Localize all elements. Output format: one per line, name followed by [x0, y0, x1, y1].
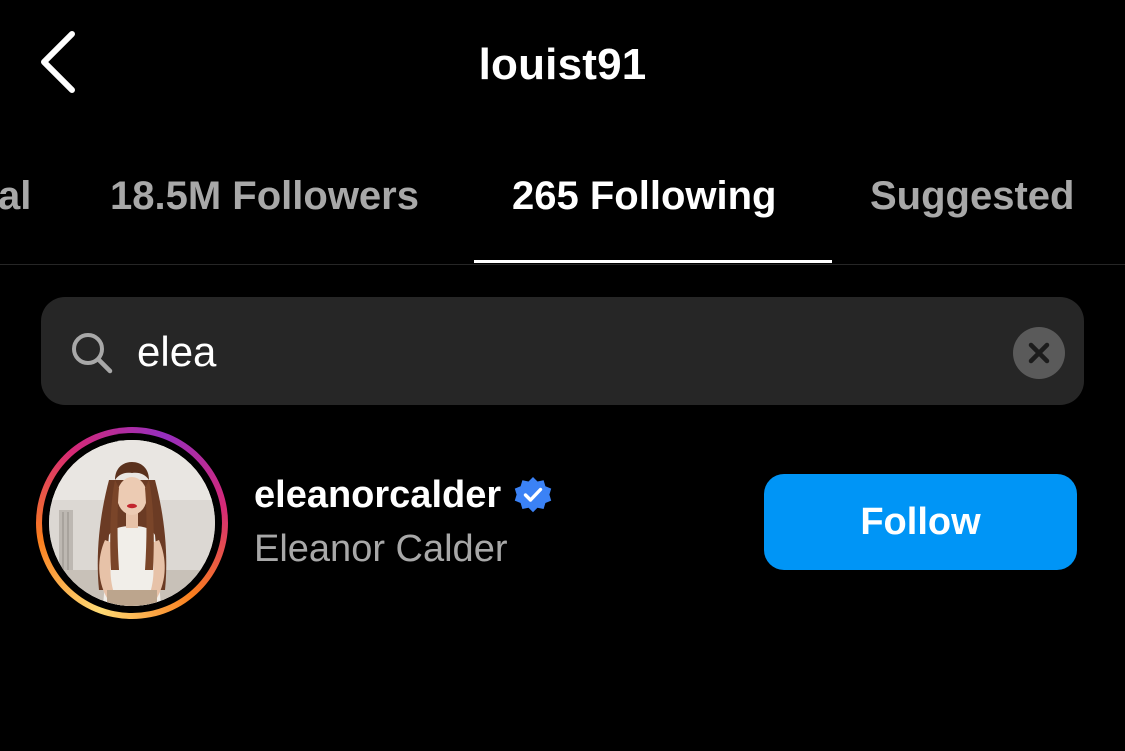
follow-button[interactable]: Follow: [764, 474, 1077, 570]
tab-mutual[interactable]: al: [0, 174, 31, 219]
header: louist91: [0, 0, 1125, 130]
search-icon: [72, 333, 113, 374]
result-username-link[interactable]: eleanorcalder: [254, 470, 553, 520]
page-title: louist91: [478, 40, 647, 89]
clear-search-button[interactable]: [1013, 327, 1065, 379]
avatar-story-ring[interactable]: [36, 427, 228, 619]
active-tab-indicator: [474, 260, 832, 263]
close-icon: [1028, 342, 1050, 364]
full-name: Eleanor Calder: [254, 528, 508, 570]
avatar: [49, 440, 215, 606]
tab-bar: al 18.5M Followers 265 Following Suggest…: [0, 150, 1125, 265]
tab-following[interactable]: 265 Following: [512, 174, 776, 219]
tab-suggested[interactable]: Suggested: [870, 174, 1074, 219]
tab-followers[interactable]: 18.5M Followers: [110, 174, 419, 219]
username: eleanorcalder: [254, 473, 502, 516]
verified-badge-icon: [514, 477, 552, 513]
search-input[interactable]: [137, 318, 987, 386]
following-screen: louist91 al 18.5M Followers 265 Followin…: [0, 0, 1125, 751]
